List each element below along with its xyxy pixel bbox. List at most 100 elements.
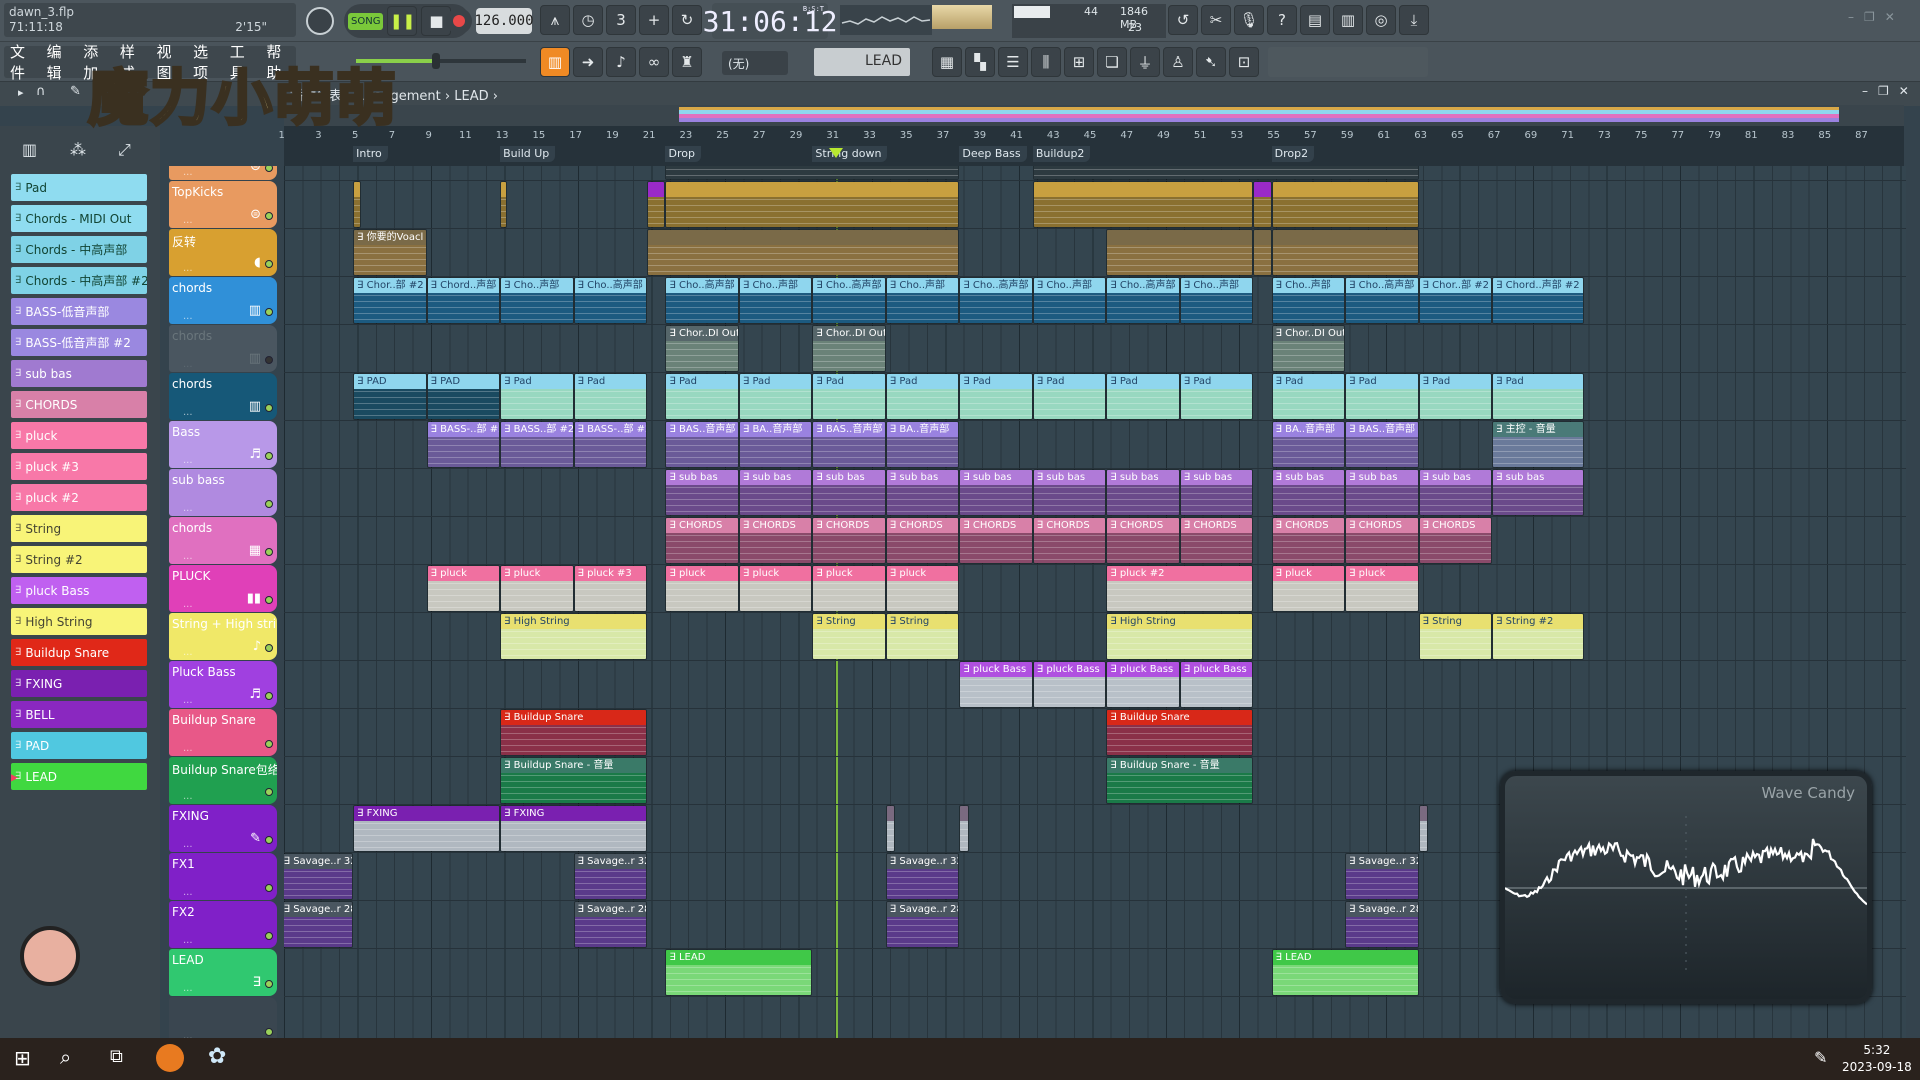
track-mute-toggle[interactable] [265, 596, 273, 604]
clip[interactable]: ∃ pluck #2 [1106, 565, 1254, 612]
clip[interactable]: ∃ Pad [573, 373, 648, 420]
clip[interactable]: ∃ BASS-..部 #2 [573, 421, 648, 468]
track-mute-toggle[interactable] [265, 212, 273, 220]
clip[interactable]: ∃ sub bas [1345, 469, 1419, 516]
playlist-overview-scrollbar[interactable] [284, 105, 1904, 126]
clip[interactable]: ∃ Pad [1345, 373, 1419, 420]
playhead-marker-icon[interactable] [829, 148, 844, 158]
pattern-item[interactable]: ∃ pluck [11, 422, 147, 449]
clip[interactable]: ∃ sub bas [959, 469, 1033, 516]
clip[interactable] [1032, 166, 1419, 180]
pattern-item[interactable]: ∃ BASS-低音声部 [11, 298, 147, 325]
clip[interactable]: ∃ Cho..高声部 [665, 277, 739, 324]
clip[interactable]: ∃ Pad [665, 373, 739, 420]
track-lane[interactable]: ∃ 你要的Voacl [284, 229, 1906, 277]
track-header[interactable]: LEAD ∃... [169, 949, 277, 996]
track-header[interactable]: PLUCK ▮▮... [169, 565, 277, 612]
clip[interactable]: ∃ BASS-..部 #2 [426, 421, 501, 468]
wait-for-input-icon[interactable]: ◷ [573, 5, 603, 35]
clip[interactable]: ∃ pluck [426, 565, 501, 612]
clip[interactable]: ∃ Savage..r 32 [1345, 853, 1419, 900]
track-lane[interactable]: ∃ Chor..DI Out ∃ Chor..DI Out ∃ Chor..DI O… [284, 325, 1906, 373]
time-marker[interactable]: Intro [353, 146, 388, 162]
clip[interactable]: ∃ Buildup Snare [1106, 709, 1254, 756]
clip[interactable]: ∃ Pad [1418, 373, 1493, 420]
track-lane[interactable]: ∃ Chor..部 #2 ∃ Chord..声部 ∃ Cho..声部 ∃ Cho..高… [284, 277, 1906, 325]
clip[interactable]: ∃ sub bas [738, 469, 813, 516]
clip[interactable]: ∃ BA..音声部 [1271, 421, 1346, 468]
clip[interactable]: ∃ String [812, 613, 886, 660]
clip[interactable]: ∃ pluck [1271, 565, 1346, 612]
track-options-icon[interactable]: ... [183, 647, 193, 658]
track-options-icon[interactable]: ... [183, 695, 193, 706]
task-view-icon[interactable]: ⧉ [110, 1046, 123, 1067]
track-options-icon[interactable]: ... [183, 935, 193, 946]
clip[interactable]: ∃ Cho..声部 [1032, 277, 1107, 324]
track-options-icon[interactable]: ... [183, 311, 193, 322]
clip[interactable]: ∃ pluck [885, 565, 960, 612]
arrow-icon[interactable]: ➜ [573, 47, 603, 77]
clip[interactable]: ∃ sub bas [1032, 469, 1107, 516]
clip[interactable]: ∃ BAS..音声部 [812, 421, 886, 468]
track-lane[interactable] [284, 181, 1906, 229]
clip[interactable] [1271, 229, 1419, 276]
track-header[interactable]: Buildup Snare... [169, 709, 277, 756]
track-options-icon[interactable]: ... [183, 359, 193, 370]
clip[interactable] [647, 181, 666, 228]
clip[interactable]: ∃ BA..音声部 [738, 421, 813, 468]
track-mute-toggle[interactable] [265, 788, 273, 796]
clip[interactable]: ∃ Cho..声部 [500, 277, 574, 324]
track-header[interactable]: FXING ✎... [169, 805, 277, 852]
track-options-icon[interactable]: ... [183, 839, 193, 850]
clip[interactable]: ∃ Cho..高声部 [573, 277, 648, 324]
clip[interactable]: ∃ Cho..声部 [1271, 277, 1346, 324]
clip[interactable]: ∃ Pad [1106, 373, 1180, 420]
clip[interactable]: ∃ sub bas [1492, 469, 1584, 516]
pattern-item[interactable]: ∃ PAD [11, 732, 147, 759]
clip[interactable]: ∃ Chor..部 #2 [353, 277, 427, 324]
snap-select[interactable]: (无) [722, 51, 788, 75]
clip[interactable]: ∃ Buildup Snare - 音量 [1106, 757, 1254, 804]
clip[interactable] [1271, 181, 1419, 228]
clip[interactable]: ∃ Chord..声部 [426, 277, 501, 324]
clip[interactable]: ∃ BAS..音声部 [665, 421, 739, 468]
track-header[interactable]: Pluck Bass ♬... [169, 661, 277, 708]
clip[interactable]: ∃ Savage..r 32 [573, 853, 648, 900]
clip[interactable]: ∃ CHORDS [1271, 517, 1346, 564]
wand-icon[interactable]: ➷ [1196, 47, 1226, 77]
track-mute-toggle[interactable] [265, 452, 273, 460]
microphone-icon[interactable]: 🎙 [1234, 5, 1264, 35]
export-audio-icon[interactable]: ▥ [1333, 5, 1363, 35]
track-header[interactable]: FX1... [169, 853, 277, 900]
clock[interactable]: 5:32 2023-09-18 [1842, 1042, 1912, 1076]
clip[interactable]: ∃ Pad [1179, 373, 1254, 420]
clip[interactable]: ∃ CHORDS [1032, 517, 1107, 564]
pattern-item[interactable]: ∃ Pad [11, 174, 147, 201]
clip[interactable]: ∃ Pad [738, 373, 813, 420]
pattern-item[interactable]: ∃ pluck Bass [11, 577, 147, 604]
wave-candy-window[interactable]: Wave Candy [1500, 771, 1872, 1004]
clip[interactable]: ∃ String #2 [1492, 613, 1584, 660]
file-icon[interactable]: ❏ [1097, 47, 1127, 77]
time-marker[interactable]: Drop2 [1271, 146, 1315, 162]
clip[interactable]: ∃ pluck Bass [1179, 661, 1254, 708]
menu-arrow-icon[interactable]: ▸ [18, 86, 24, 99]
minimize-icon[interactable]: – [1862, 84, 1868, 98]
track-mute-toggle[interactable] [265, 500, 273, 508]
stamp-icon[interactable]: ♜ [672, 47, 702, 77]
clip[interactable]: ∃ CHORDS [1179, 517, 1254, 564]
clip[interactable]: ∃ Chor..部 #2 [1418, 277, 1493, 324]
track-lane[interactable]: ∃ sub bas ∃ sub bas ∃ sub bas ∃ sub bas ∃ su… [284, 469, 1906, 517]
tempo-tapper-icon[interactable]: ♙ [1163, 47, 1193, 77]
clip[interactable]: ∃ LEAD [1271, 949, 1419, 996]
track-mute-toggle[interactable] [265, 836, 273, 844]
track-options-icon[interactable]: ... [183, 455, 193, 466]
pattern-selector[interactable]: LEAD [814, 48, 910, 76]
clip[interactable]: ∃ pluck Bass [1032, 661, 1107, 708]
clip[interactable]: ∃ Cho..高声部 [812, 277, 886, 324]
clip[interactable]: ∃ pluck Bass [1106, 661, 1180, 708]
clip[interactable]: ∃ CHORDS [1345, 517, 1419, 564]
track-mute-toggle[interactable] [265, 884, 273, 892]
clip[interactable] [665, 181, 960, 228]
clip[interactable]: ∃ BASS..部 #2 [500, 421, 574, 468]
